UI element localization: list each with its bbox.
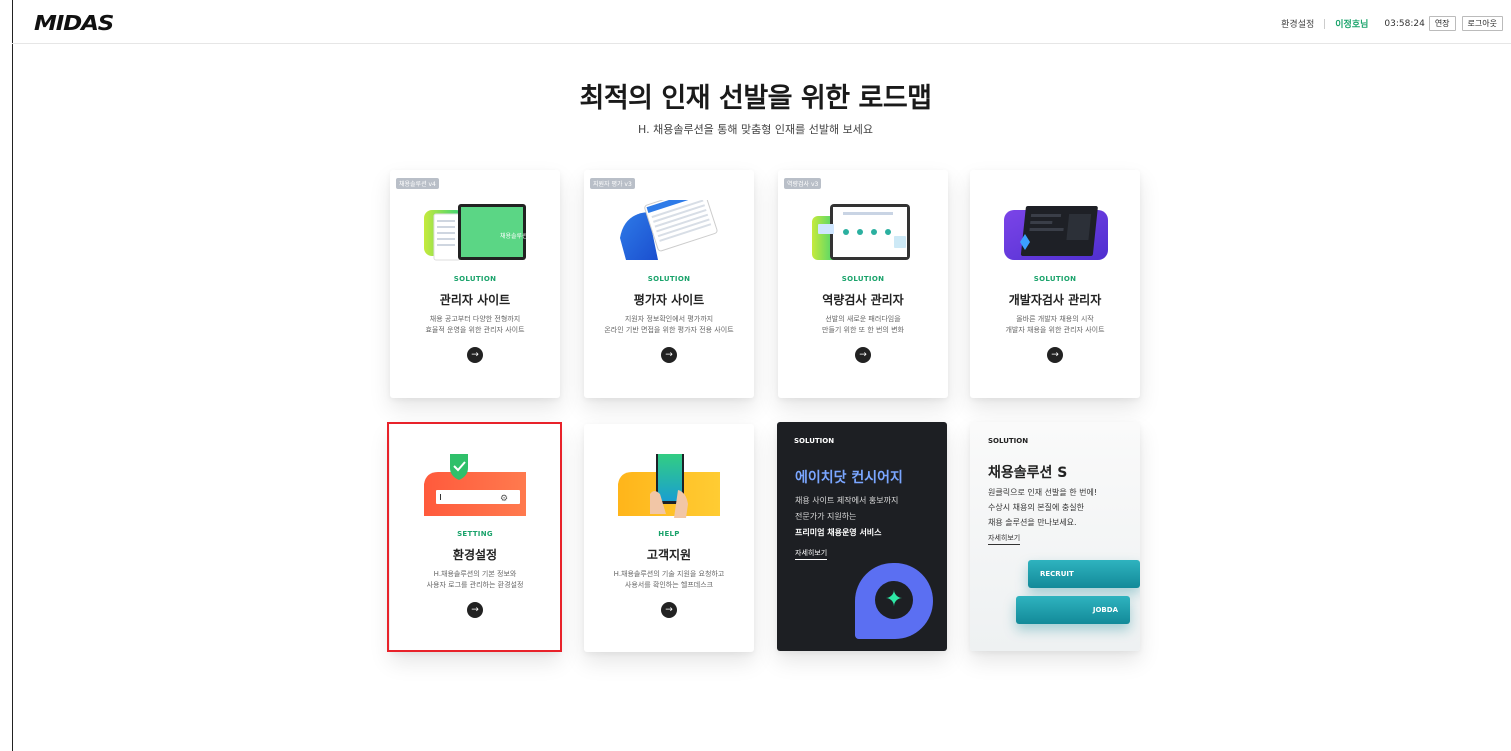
promo-line: 수상시 채용의 본질에 충실한 — [988, 503, 1084, 512]
arrow-right-icon[interactable]: → — [661, 347, 677, 363]
header-right: 환경설정 이정호님 03:58:24 연장 로그아웃 — [1281, 16, 1503, 31]
promo-title: 채용솔루션 S — [988, 465, 1068, 481]
promo-line: 채용 사이트 제작에서 홍보까지 — [795, 496, 899, 505]
desc-line: 채용 공고부터 다양한 전형까지 — [429, 315, 521, 323]
card-competency-admin[interactable]: 역량검사 v3 SOLUTION 역량검사 관리자 선발의 새로운 패러다임을만… — [778, 170, 948, 398]
concierge-logo-icon: ✦ — [855, 563, 933, 639]
promo-recruit-s[interactable]: SOLUTION 채용솔루션 S 원클릭으로 인재 선발을 한 번에! 수상시 … — [970, 422, 1140, 651]
session-timer: 03:58:24 — [1384, 18, 1425, 29]
developer-test-illustration — [1004, 206, 1108, 260]
card-evaluator-site[interactable]: 지원자 평가 v3 SOLUTION 평가자 사이트 지원자 정보확인에서 평가… — [584, 170, 754, 398]
header-divider — [1324, 18, 1326, 29]
card-category: SOLUTION — [1033, 275, 1077, 283]
arrow-right-icon[interactable]: → — [467, 347, 483, 363]
card-category: SOLUTION — [841, 275, 885, 283]
recruit-slab: RECRUIT — [1028, 560, 1140, 588]
desc-line: 선발의 새로운 패러다임을 — [825, 315, 901, 323]
sparkle-icon: ✦ — [875, 581, 913, 619]
settings-link[interactable]: 환경설정 — [1281, 17, 1314, 30]
card-description: 지원자 정보확인에서 평가까지온라인 기반 면접을 위한 평가자 전용 사이트 — [584, 314, 754, 336]
card-title: 개발자검사 관리자 — [1008, 293, 1102, 307]
jobda-slab: JOBDA — [1016, 596, 1130, 624]
card-category: HELP — [658, 530, 680, 538]
logout-button[interactable]: 로그아웃 — [1461, 16, 1503, 31]
card-admin-site[interactable]: 채용솔루션 v4 채용솔루션 SOLUTION 관리자 사이트 채용 공고부터 … — [390, 170, 560, 398]
desc-line: 개발자 채용을 위한 관리자 사이트 — [1005, 326, 1105, 334]
card-title: 고객지원 — [646, 548, 692, 562]
version-badge: 채용솔루션 v4 — [396, 178, 439, 189]
promo-line: 원클릭으로 인재 선발을 한 번에! — [988, 488, 1098, 497]
card-description: H.채용솔루션의 기술 지원을 요청하고사용서를 확인하는 헬프데스크 — [584, 569, 754, 591]
card-customer-support[interactable]: HELP 고객지원 H.채용솔루션의 기술 지원을 요청하고사용서를 확인하는 … — [584, 424, 754, 652]
midas-logo[interactable]: MIDAS — [34, 11, 114, 35]
promo-line: 채용 솔루션을 만나보세요. — [988, 518, 1077, 527]
card-description: 선발의 새로운 패러다임을만들기 위한 또 한 번의 변화 — [778, 314, 948, 336]
selection-highlight — [387, 422, 562, 652]
page-title: 최적의 인재 선발을 위한 로드맵 — [579, 83, 932, 114]
card-description: 채용 공고부터 다양한 전형까지효율적 운영을 위한 관리자 사이트 — [390, 314, 560, 336]
promo-more-link[interactable]: 자세히보기 — [795, 548, 828, 560]
promo-concierge[interactable]: SOLUTION 에이치닷 컨시어지 채용 사이트 제작에서 홍보까지 전문가가… — [777, 422, 947, 651]
evaluator-site-illustration — [620, 200, 718, 260]
arrow-right-icon[interactable]: → — [855, 347, 871, 363]
card-description: 올바른 개발자 채용의 시작개발자 채용을 위한 관리자 사이트 — [970, 314, 1140, 336]
card-category: SOLUTION — [453, 275, 497, 283]
card-developer-test-admin[interactable]: SOLUTION 개발자검사 관리자 올바른 개발자 채용의 시작개발자 채용을… — [970, 170, 1140, 398]
promo-description: 원클릭으로 인재 선발을 한 번에! 수상시 채용의 본질에 충실한 채용 솔루… — [988, 485, 1097, 530]
promo-tag: SOLUTION — [794, 437, 835, 445]
arrow-right-icon[interactable]: → — [1047, 347, 1063, 363]
customer-support-illustration — [618, 454, 720, 518]
desc-line: 사용서를 확인하는 헬프데스크 — [624, 581, 714, 589]
competency-admin-illustration — [812, 204, 910, 260]
desc-line: 만들기 위한 또 한 번의 변화 — [822, 326, 904, 334]
promo-line-strong: 프리미엄 채용운영 서비스 — [795, 528, 882, 537]
promo-description: 채용 사이트 제작에서 홍보까지 전문가가 지원하는 프리미엄 채용운영 서비스 — [795, 493, 898, 541]
promo-line: 전문가가 지원하는 — [795, 512, 857, 521]
desc-line: H.채용솔루션의 기술 지원을 요청하고 — [613, 570, 725, 578]
card-title: 관리자 사이트 — [439, 293, 511, 307]
art-label: 채용솔루션 — [500, 233, 528, 240]
top-header: MIDAS 환경설정 이정호님 03:58:24 연장 로그아웃 — [12, 0, 1511, 44]
extend-session-button[interactable]: 연장 — [1428, 16, 1456, 31]
page-subtitle: H. 채용솔루션을 통해 맞춤형 인재를 선발해 보세요 — [638, 123, 873, 136]
card-title: 역량검사 관리자 — [822, 293, 904, 307]
desc-line: 지원자 정보확인에서 평가까지 — [624, 315, 714, 323]
desc-line: 올바른 개발자 채용의 시작 — [1016, 315, 1094, 323]
desc-line: 효율적 운영을 위한 관리자 사이트 — [425, 326, 525, 334]
promo-tag: SOLUTION — [988, 437, 1029, 445]
card-category: SOLUTION — [647, 275, 691, 283]
version-badge: 역량검사 v3 — [784, 178, 822, 189]
promo-more-link[interactable]: 자세히보기 — [988, 533, 1021, 545]
user-name: 이정호님 — [1335, 20, 1369, 30]
desc-line: 온라인 기반 면접을 위한 평가자 전용 사이트 — [604, 326, 734, 334]
card-title: 평가자 사이트 — [633, 293, 705, 307]
promo-title: 에이치닷 컨시어지 — [795, 470, 903, 486]
arrow-right-icon[interactable]: → — [661, 602, 677, 618]
version-badge: 지원자 평가 v3 — [590, 178, 635, 189]
